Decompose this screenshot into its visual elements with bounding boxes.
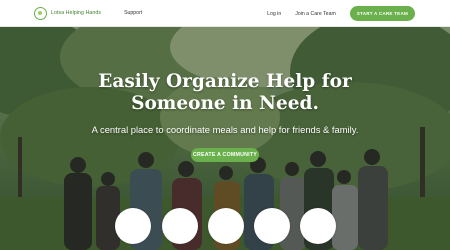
hero-headline: Easily Organize Help for Someone in Need…	[98, 71, 352, 114]
logo-text: Lotsa Helping Hands	[51, 10, 102, 16]
logo-ring-icon	[34, 6, 47, 20]
join-care-team-link[interactable]: Join a Care Team	[295, 11, 336, 17]
nav-support-link[interactable]: Support	[124, 10, 142, 16]
feature-circle-2[interactable]	[162, 208, 198, 244]
login-link[interactable]: Log in	[267, 11, 281, 17]
site-header: Lotsa Helping Hands Support Log in Join …	[0, 0, 450, 27]
header-actions: Log in Join a Care Team START A CARE TEA…	[267, 0, 415, 27]
feature-circle-5[interactable]	[300, 208, 336, 244]
feature-circle-4[interactable]	[254, 208, 290, 244]
feature-circle-1[interactable]	[115, 208, 151, 244]
logo[interactable]: Lotsa Helping Hands	[34, 6, 102, 20]
feature-circle-3[interactable]	[208, 208, 244, 244]
create-community-button[interactable]: CREATE A COMMUNITY	[191, 148, 259, 162]
start-care-team-button[interactable]: START A CARE TEAM	[349, 6, 415, 21]
hero-subhead: A central place to coordinate meals and …	[91, 124, 359, 135]
